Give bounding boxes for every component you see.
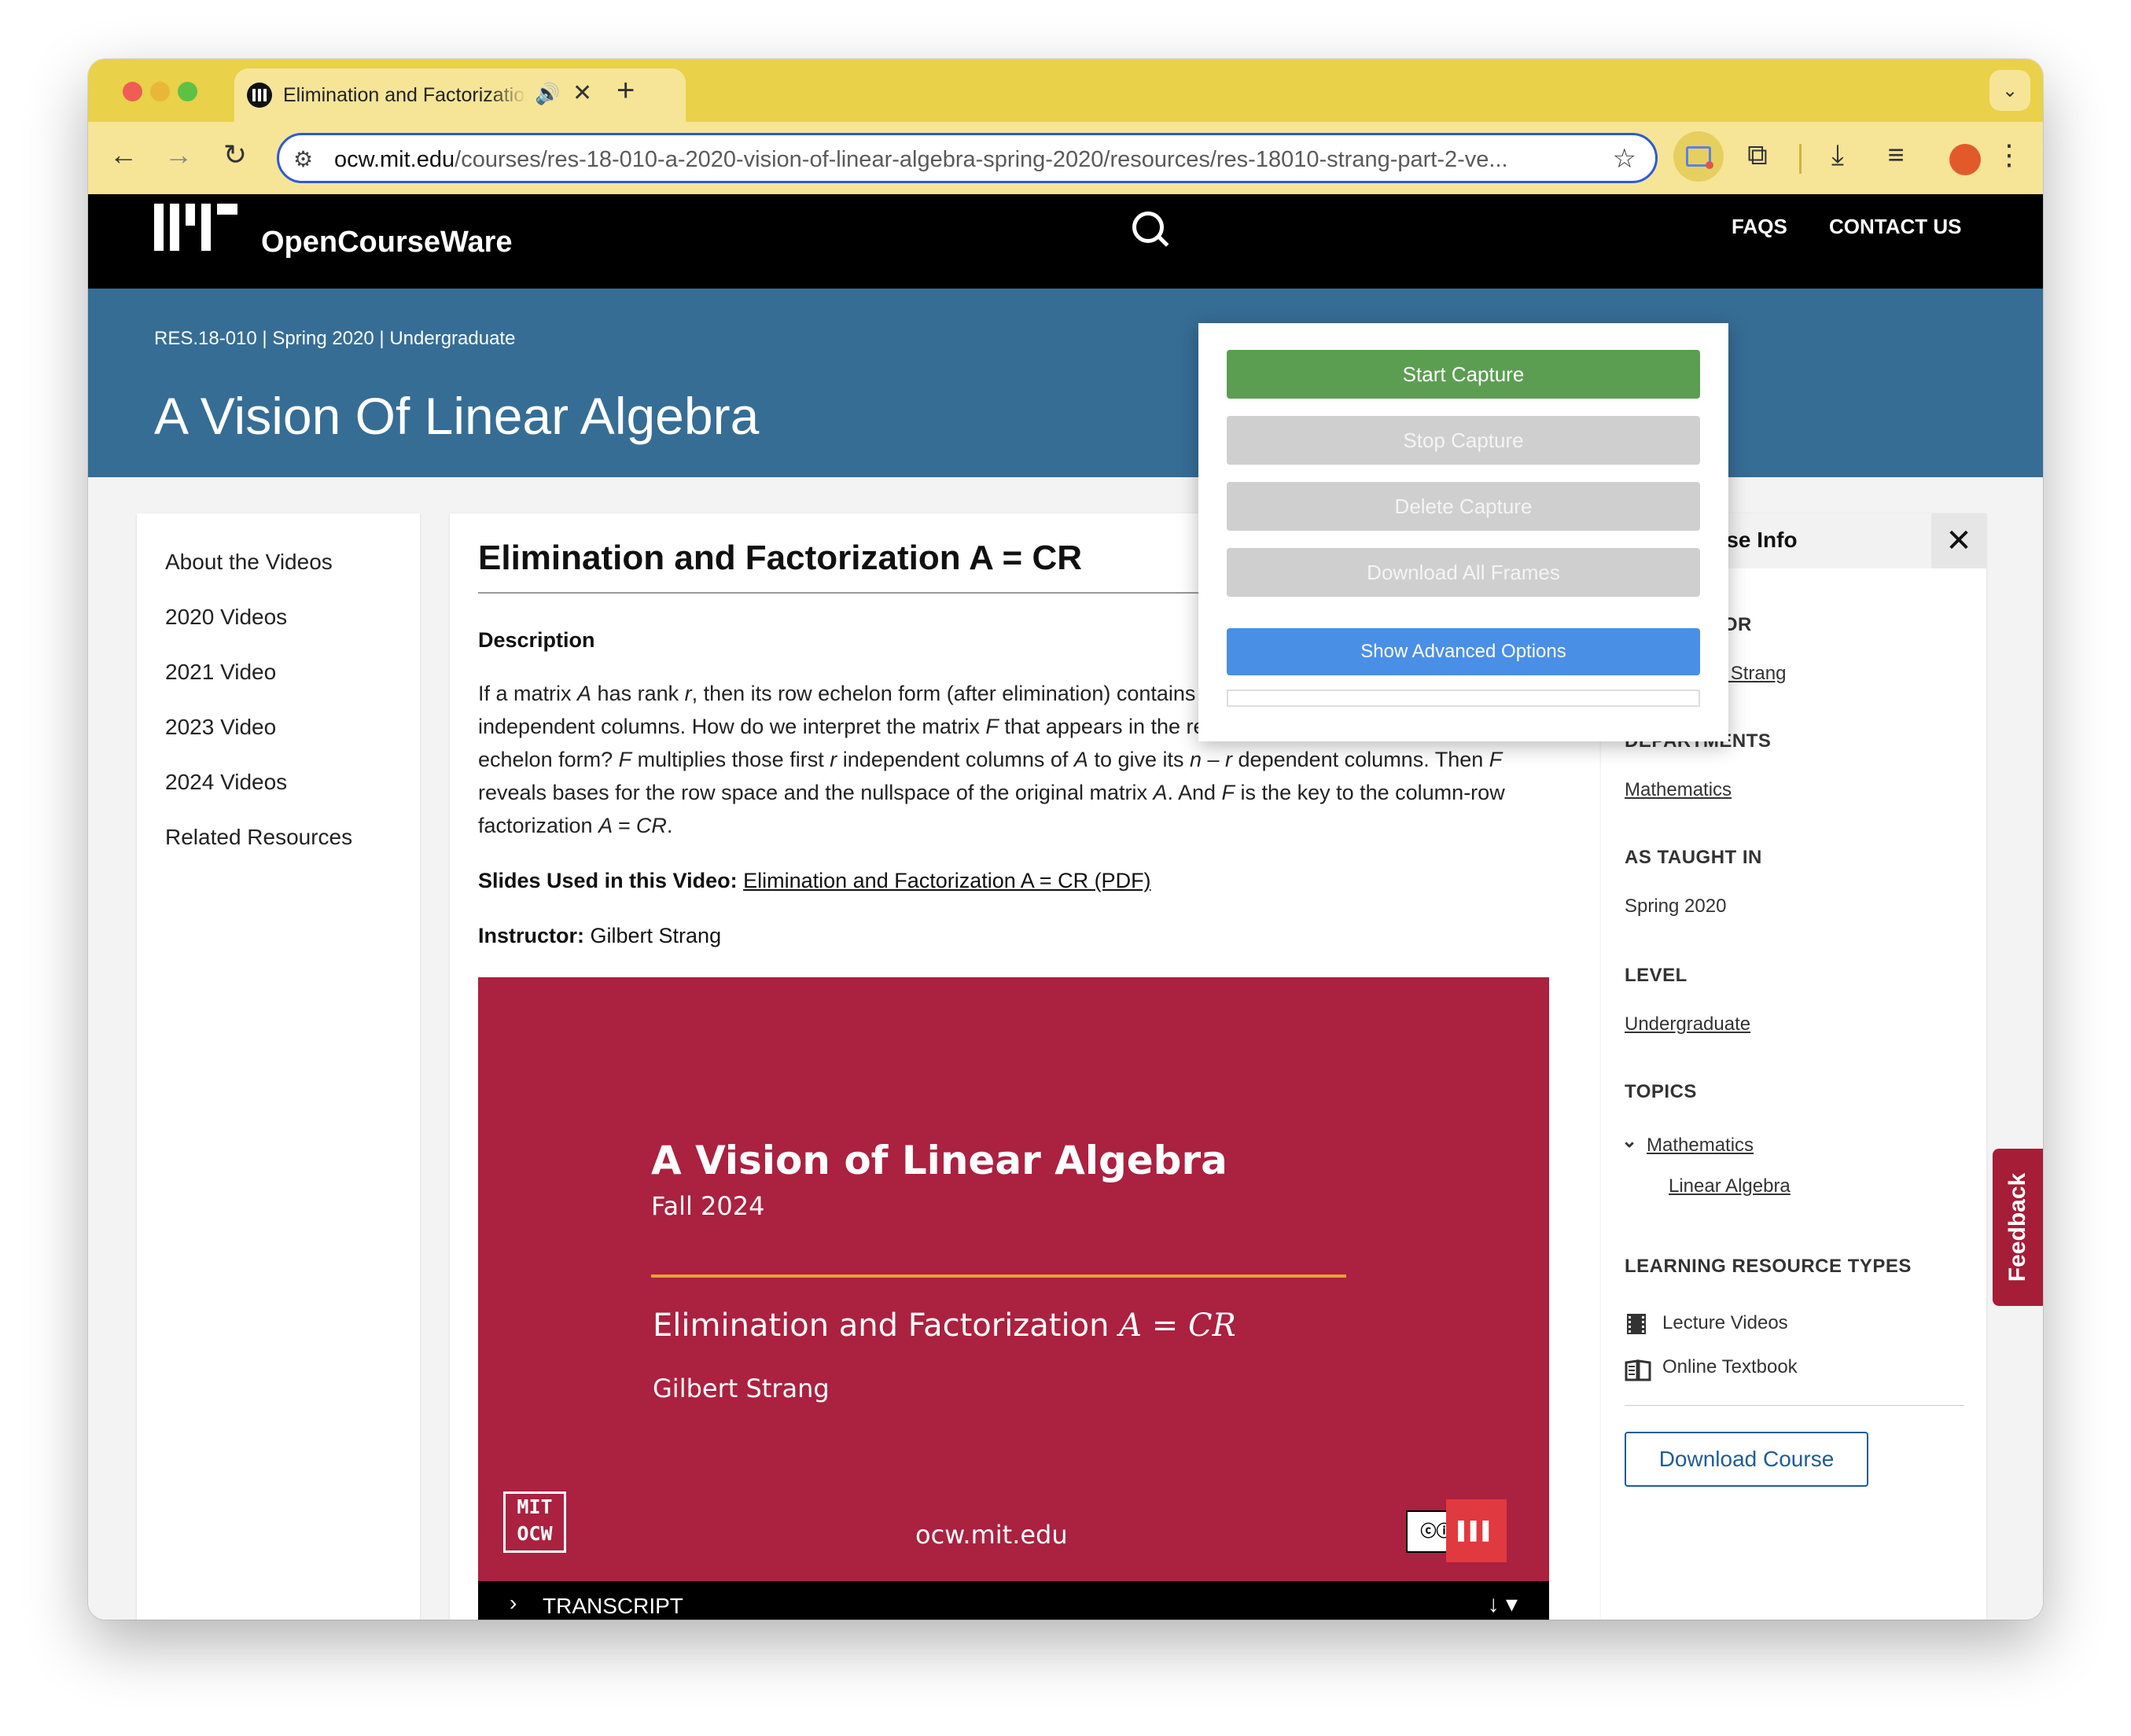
- mit-red-logo-icon: ▌▌▌: [1446, 1499, 1507, 1562]
- stop-capture-button[interactable]: Stop Capture: [1227, 416, 1700, 465]
- info-divider: [1625, 1405, 1964, 1406]
- minimize-window-button[interactable]: [150, 82, 170, 101]
- mit-favicon-icon: [247, 83, 272, 108]
- nav-item-2024-videos[interactable]: 2024 Videos: [165, 770, 287, 795]
- resource-title: Elimination and Factorization A = CR: [478, 539, 1083, 577]
- maximize-window-button[interactable]: [178, 82, 197, 101]
- chevron-down-icon[interactable]: ⌄: [1621, 1130, 1637, 1153]
- profile-avatar[interactable]: [1949, 144, 1981, 175]
- topic-link[interactable]: Mathematics: [1647, 1135, 1754, 1157]
- topics-label: TOPICS: [1625, 1081, 1697, 1102]
- toolbar-separator: [1799, 144, 1802, 174]
- level-link[interactable]: Undergraduate: [1625, 1013, 1750, 1035]
- instructor-line: Instructor: Gilbert Strang: [478, 924, 722, 947]
- nav-item-about-the-videos[interactable]: About the Videos: [165, 550, 333, 575]
- reload-icon[interactable]: ↻: [217, 139, 253, 171]
- course-banner: RES.18-010 | Spring 2020 | Undergraduate…: [88, 289, 2043, 477]
- back-arrow-icon[interactable]: ←: [105, 139, 142, 171]
- download-course-button[interactable]: Download Course: [1625, 1432, 1868, 1487]
- video-slide-title: A Vision of Linear Algebra: [651, 1138, 1227, 1183]
- media-queue-icon[interactable]: ≡: [1878, 139, 1914, 171]
- department-link[interactable]: Mathematics: [1625, 779, 1732, 801]
- mit-ocw-logo: MIT OCW: [503, 1491, 566, 1553]
- nav-item-2021-video[interactable]: 2021 Video: [165, 660, 276, 685]
- search-icon[interactable]: [1132, 211, 1164, 243]
- chevron-right-icon[interactable]: ›: [510, 1591, 517, 1616]
- nav-faqs[interactable]: FAQS: [1732, 215, 1787, 239]
- taught-in-label: AS TAUGHT IN: [1625, 847, 1762, 868]
- download-arrow-icon[interactable]: ↓ ▾: [1488, 1591, 1518, 1618]
- nav-item-related-resources[interactable]: Related Resources: [165, 825, 352, 850]
- bookmark-star-icon[interactable]: ☆: [1613, 143, 1636, 175]
- creative-commons-badge: ⓒⓘ ▌▌▌: [1406, 1499, 1507, 1562]
- extensions-puzzle-icon[interactable]: ⧉: [1739, 139, 1776, 171]
- video-slide-divider: [651, 1274, 1346, 1278]
- site-name[interactable]: OpenCourseWare: [261, 226, 513, 259]
- start-capture-button[interactable]: Start Capture: [1227, 350, 1700, 399]
- download-all-frames-button[interactable]: Download All Frames: [1227, 548, 1700, 597]
- close-icon[interactable]: ✕: [1931, 513, 1986, 568]
- download-icon[interactable]: ⤓: [1820, 139, 1856, 171]
- course-sidebar-nav: About the Videos 2020 Videos 2021 Video …: [137, 513, 420, 1620]
- learning-resource-types-label: LEARNING RESOURCE TYPES: [1625, 1256, 1912, 1277]
- address-bar[interactable]: ⚙ ocw.mit.edu/courses/res-18-010-a-2020-…: [277, 133, 1658, 183]
- url-text[interactable]: ocw.mit.edu/courses/res-18-010-a-2020-vi…: [334, 147, 1569, 173]
- video-author: Gilbert Strang: [653, 1374, 830, 1403]
- delete-capture-button[interactable]: Delete Capture: [1227, 482, 1700, 531]
- video-url-text: ocw.mit.edu: [915, 1520, 1068, 1550]
- level-label: LEVEL: [1625, 965, 1688, 986]
- video-player[interactable]: A Vision of Linear Algebra Fall 2024 Eli…: [478, 977, 1549, 1581]
- capture-progress-bar: [1227, 690, 1700, 707]
- tab-strip: Elimination and Factorization A = CR 🔊 ✕…: [88, 59, 2043, 122]
- tab-search-chevron-icon[interactable]: ⌄: [1989, 70, 2030, 111]
- course-title[interactable]: A Vision Of Linear Algebra: [154, 386, 759, 446]
- feedback-tab[interactable]: Feedback: [1993, 1149, 2043, 1306]
- site-settings-icon[interactable]: ⚙: [293, 146, 313, 172]
- lrt-online-textbook[interactable]: Online Textbook: [1662, 1356, 1798, 1378]
- transcript-bar[interactable]: › TRANSCRIPT ↓ ▾: [478, 1581, 1549, 1620]
- mit-logo[interactable]: [154, 204, 237, 251]
- browser-window: Elimination and Factorization A = CR 🔊 ✕…: [88, 59, 2043, 1620]
- lrt-lecture-videos[interactable]: Lecture Videos: [1662, 1312, 1788, 1334]
- nav-item-2023-video[interactable]: 2023 Video: [165, 715, 276, 740]
- forward-arrow-icon[interactable]: →: [160, 139, 197, 171]
- browser-toolbar: ← → ↻ ⚙ ocw.mit.edu/courses/res-18-010-a…: [88, 122, 2043, 195]
- show-advanced-options-button[interactable]: Show Advanced Options: [1227, 628, 1700, 675]
- transcript-label[interactable]: TRANSCRIPT: [543, 1594, 683, 1619]
- feedback-label[interactable]: Feedback: [2004, 1173, 2031, 1282]
- kebab-menu-icon[interactable]: ⋮: [1991, 139, 2027, 171]
- screen-capture-extension-icon[interactable]: [1673, 131, 1724, 182]
- tab-close-icon[interactable]: ✕: [572, 79, 592, 107]
- subtopic-link[interactable]: Linear Algebra: [1669, 1175, 1791, 1197]
- course-meta: RES.18-010 | Spring 2020 | Undergraduate: [154, 328, 516, 349]
- speaker-icon[interactable]: 🔊: [535, 82, 560, 106]
- film-strip-icon: [1625, 1312, 1648, 1336]
- capture-extension-popup: Start Capture Stop Capture Delete Captur…: [1198, 323, 1728, 741]
- nav-contact-us[interactable]: CONTACT US: [1829, 215, 1962, 239]
- new-tab-button[interactable]: +: [616, 75, 635, 106]
- video-slide-subtitle: Fall 2024: [651, 1191, 765, 1221]
- slides-line: Slides Used in this Video: Elimination a…: [478, 869, 1151, 892]
- taught-in-value: Spring 2020: [1625, 896, 1727, 917]
- video-lecture-title: Elimination and Factorization A = CR: [653, 1308, 1236, 1344]
- web-page: OpenCourseWare FAQS CONTACT US RES.18-01…: [88, 194, 2043, 1620]
- description-heading: Description: [478, 628, 595, 652]
- close-window-button[interactable]: [123, 82, 142, 101]
- nav-item-2020-videos[interactable]: 2020 Videos: [165, 605, 287, 630]
- site-header: OpenCourseWare FAQS CONTACT US: [88, 194, 2043, 289]
- tab-title: Elimination and Factorization A = CR: [283, 84, 527, 106]
- slides-pdf-link[interactable]: Elimination and Factorization A = CR (PD…: [743, 869, 1150, 892]
- open-book-icon: [1625, 1358, 1651, 1381]
